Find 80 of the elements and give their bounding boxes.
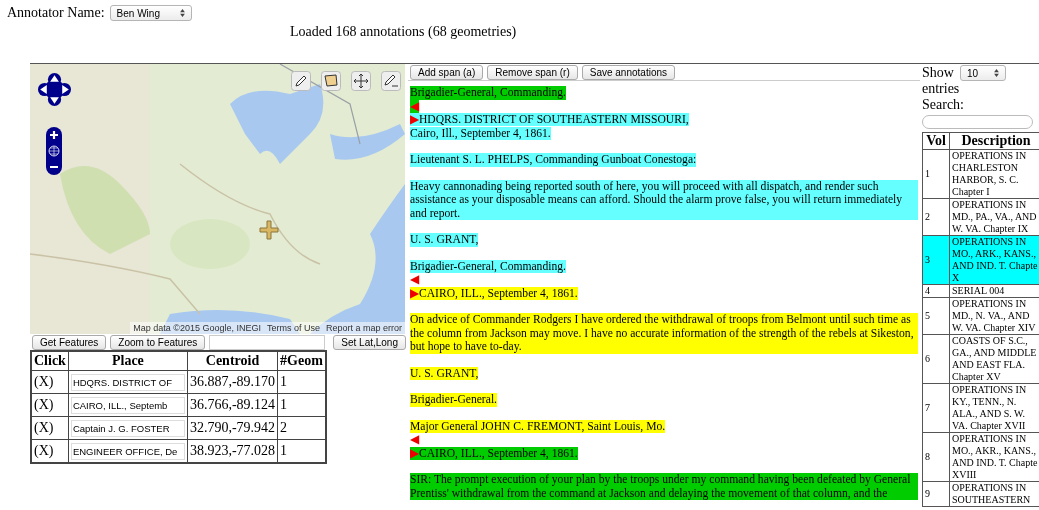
description-cell: COASTS OF S.C., GA., AND MIDDLE AND EAST FLA. Chapter XV bbox=[949, 334, 1039, 384]
remove-link[interactable]: (X) bbox=[31, 439, 69, 463]
annotated-text[interactable]: CAIRO, ILL., September 4, 1861. bbox=[419, 286, 578, 300]
volume-cell: 9 bbox=[922, 481, 950, 507]
remove-link[interactable]: (X) bbox=[31, 416, 69, 440]
description-cell: OPERATIONS IN MO., ARK., KANS., AND IND. T. Chapte X bbox=[949, 235, 1039, 285]
volume-cell: 2 bbox=[922, 198, 950, 236]
annotated-text[interactable]: SIR: The prompt execution of your plan by the troops under my command having been defeated by General Prentiss' withdrawal from the command at Jackson and delaying the movement of that column, and the bbox=[410, 473, 918, 500]
volume-cell: 5 bbox=[922, 297, 950, 335]
pan-control-icon[interactable] bbox=[38, 73, 71, 106]
annotator-label: Annotator Name: bbox=[7, 5, 105, 21]
volume-cell: 1 bbox=[922, 149, 950, 199]
page-size-select[interactable]: 10 bbox=[959, 65, 1006, 81]
place-field[interactable]: HDQRS. DISTRICT OF bbox=[70, 373, 185, 391]
polygon-icon[interactable] bbox=[321, 71, 341, 91]
annotated-text[interactable]: Brigadier-General, Commanding. bbox=[410, 259, 566, 273]
description-cell: OPERATIONS IN SOUTHEASTERN bbox=[949, 481, 1039, 507]
volume-cell: 6 bbox=[922, 334, 950, 384]
toolbar-button[interactable]: Add span (a) bbox=[410, 65, 484, 80]
place-field[interactable]: Captain J. G. FOSTER bbox=[70, 419, 185, 437]
annotated-text[interactable]: U. S. GRANT, bbox=[410, 233, 479, 247]
description-cell: OPERATIONS IN MD., PA., VA., AND W. VA. Chapter IX bbox=[949, 198, 1039, 236]
volume-cell: 8 bbox=[922, 432, 950, 482]
volume-cell: 4 bbox=[922, 284, 950, 298]
pencil-icon[interactable] bbox=[381, 71, 401, 91]
map-link[interactable]: Terms of Use bbox=[266, 323, 320, 333]
annotated-text[interactable]: Major General JOHN C. FREMONT, Saint Louis, Mo. bbox=[410, 419, 666, 433]
remove-link[interactable]: (X) bbox=[31, 393, 69, 417]
pencil-icon[interactable] bbox=[291, 71, 311, 91]
column-header: Centroid bbox=[187, 351, 278, 371]
map-attribution: Map data ©2015 Google, INEGI bbox=[133, 323, 261, 333]
span-end-marker[interactable]: ◀ bbox=[410, 273, 419, 286]
description-cell: OPERATIONS IN KY., TENN., N. ALA., AND S. W. VA. Chapter XVII bbox=[949, 383, 1039, 433]
column-header: Place bbox=[68, 351, 188, 371]
centroid-cell: 32.790,-79.942 bbox=[187, 416, 278, 440]
lat-long-field[interactable] bbox=[209, 335, 326, 350]
updown-arrows-icon bbox=[993, 69, 999, 77]
zoom-control-icon[interactable] bbox=[46, 127, 62, 175]
annotator-select[interactable]: Ben Wing bbox=[109, 5, 192, 21]
move-icon[interactable] bbox=[351, 71, 371, 91]
centroid-cell: 36.887,-89.170 bbox=[187, 370, 278, 394]
description-cell: SERIAL 004 bbox=[949, 284, 1039, 298]
map-button[interactable]: Set Lat,Long bbox=[333, 335, 406, 350]
annotated-text[interactable]: Brigadier-General. bbox=[410, 393, 497, 407]
toolbar-button[interactable]: Save annotations bbox=[581, 65, 675, 80]
map-link[interactable]: Report a map error bbox=[325, 323, 402, 333]
annotated-text[interactable]: HDQRS. DISTRICT OF SOUTHEASTERN MISSOURI, bbox=[419, 113, 689, 126]
centroid-cell: 38.923,-77.028 bbox=[187, 439, 278, 463]
annotated-text[interactable]: Lieutenant S. L. PHELPS, Commanding Gunboat Conestoga: bbox=[410, 153, 697, 167]
annotated-text[interactable]: U. S. GRANT, bbox=[410, 366, 479, 380]
description-cell: OPERATIONS IN MD., N. VA., AND W. VA. Chapter XIV bbox=[949, 297, 1039, 335]
annotated-text[interactable]: CAIRO, ILL., September 4, 1861. bbox=[419, 446, 578, 460]
remove-link[interactable]: (X) bbox=[31, 370, 69, 394]
place-field[interactable]: CAIRO, ILL., Septemb bbox=[70, 396, 185, 414]
column-header: Vol bbox=[922, 132, 950, 150]
status-text: Loaded 168 annotations (68 geometries) bbox=[289, 23, 518, 40]
annotated-text[interactable]: On advice of Commander Rodgers I have ordered the withdrawal of troops from Belmont until such time as the column from Jackson may move. I have no accurate information of the strength of the rebels at Sikeston, but hope to have to-day. bbox=[410, 313, 918, 354]
place-field[interactable]: ENGINEER OFFICE, De bbox=[70, 442, 185, 460]
description-cell: OPERATIONS IN MO., AKR., KANS., AND IND. T. Chapte XVIII bbox=[949, 432, 1039, 482]
centroid-cell: 36.766,-89.124 bbox=[187, 393, 278, 417]
annotated-text[interactable]: Heavy cannonading being reported south of here, you will proceed with all dispatch, and render such assistance as your disposable means can afford. Should the alarm prove false, you will return immediately and report. bbox=[410, 179, 918, 220]
annotated-text[interactable]: Cairo, Ill., September 4, 1861. bbox=[410, 126, 551, 140]
search-label: Search: bbox=[922, 97, 965, 113]
search-field[interactable] bbox=[922, 115, 1033, 129]
toolbar-button[interactable]: Remove span (r) bbox=[487, 65, 578, 80]
annotated-text[interactable]: Brigadier-General, Commanding. bbox=[410, 86, 566, 100]
column-header: Description bbox=[949, 132, 1039, 150]
updown-arrows-icon bbox=[179, 9, 185, 17]
description-cell: OPERATIONS IN CHARLESTON HARBOR, S. C. Chapter I bbox=[949, 149, 1039, 199]
span-end-marker[interactable]: ◀ bbox=[410, 433, 419, 446]
span-start-marker[interactable]: ▶ bbox=[410, 286, 419, 300]
entries-label: entries bbox=[922, 81, 961, 97]
show-label: Show bbox=[922, 65, 954, 81]
volume-cell: 7 bbox=[922, 383, 950, 433]
cross-marker-icon bbox=[259, 220, 279, 240]
map-button[interactable]: Zoom to Features bbox=[110, 335, 206, 350]
span-start-marker[interactable]: ▶ bbox=[410, 113, 419, 126]
volume-cell: 3 bbox=[922, 235, 950, 285]
map-button[interactable]: Get Features bbox=[32, 335, 107, 350]
column-header: Click bbox=[31, 351, 69, 371]
